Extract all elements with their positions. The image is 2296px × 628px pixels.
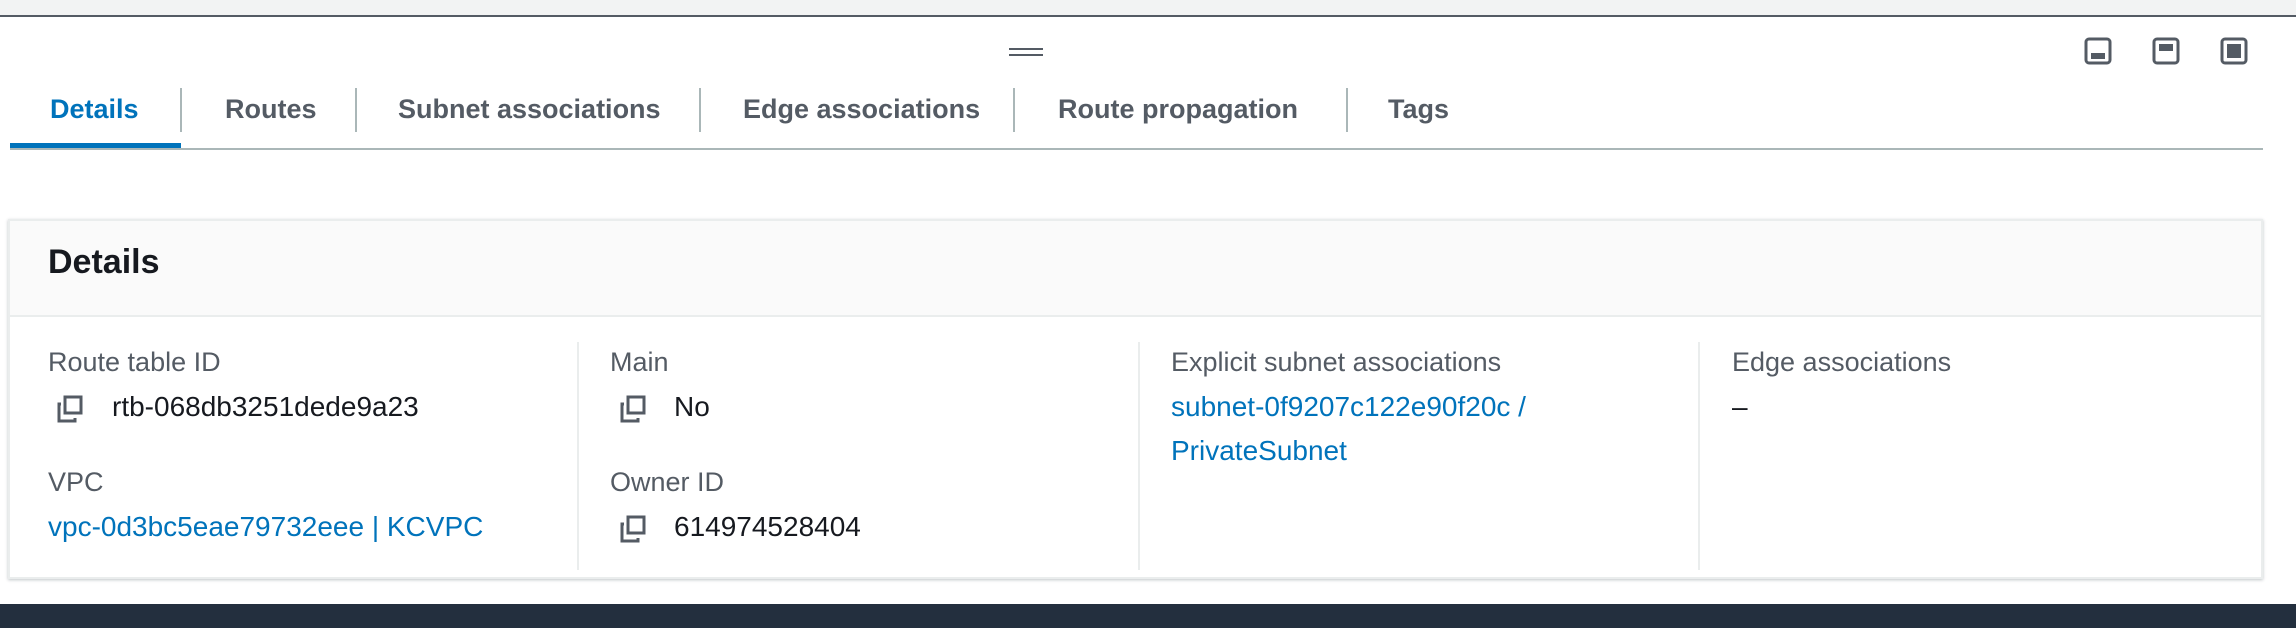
panel-bottom-icon[interactable] [2083, 36, 2113, 66]
column-divider [1138, 342, 1140, 570]
column-divider [577, 342, 579, 570]
active-tab-indicator [10, 143, 181, 148]
tab-separator [355, 88, 357, 132]
owner-id-label: Owner ID [610, 467, 725, 497]
details-container: Details Route table ID rtb-068db3251dede… [8, 219, 2263, 579]
main-value: No [674, 391, 710, 422]
tab-separator [699, 88, 701, 132]
footer-bar [0, 604, 2296, 628]
copy-icon[interactable] [56, 395, 84, 423]
tab-edge-associations[interactable]: Edge associations [743, 80, 980, 146]
tab-separator [180, 88, 182, 132]
drag-handle-icon[interactable] [1009, 48, 1043, 58]
edge-associations-label: Edge associations [1732, 347, 1952, 377]
owner-id-value: 614974528404 [674, 511, 861, 542]
details-title: Details [48, 243, 160, 281]
panel-full-icon[interactable] [2219, 36, 2249, 66]
tab-subnet-associations[interactable]: Subnet associations [398, 80, 661, 146]
copy-icon[interactable] [619, 395, 647, 423]
tab-bar: Details Routes Subnet associations Edge … [10, 80, 2263, 150]
tab-tags[interactable]: Tags [1388, 80, 1449, 146]
explicit-subnet-label: Explicit subnet associations [1171, 347, 1502, 377]
tab-details[interactable]: Details [50, 80, 139, 146]
column-divider [1698, 342, 1700, 570]
route-table-id-value: rtb-068db3251dede9a23 [112, 391, 419, 422]
vpc-link[interactable]: vpc-0d3bc5eae79732eee | KCVPC [48, 511, 483, 543]
tab-separator [1013, 88, 1015, 132]
main-label: Main [610, 347, 669, 377]
subnet-link-name[interactable]: PrivateSubnet [1171, 435, 1347, 467]
tab-routes[interactable]: Routes [225, 80, 317, 146]
subnet-link[interactable]: subnet-0f9207c122e90f20c / [1171, 391, 1526, 423]
details-header: Details [10, 221, 2261, 317]
top-strip [0, 0, 2296, 17]
tab-route-propagation[interactable]: Route propagation [1058, 80, 1298, 146]
vpc-label: VPC [48, 467, 104, 497]
tab-separator [1346, 88, 1348, 132]
edge-associations-value: – [1732, 391, 1748, 422]
panel-side-icon[interactable] [2151, 36, 2181, 66]
copy-icon[interactable] [619, 515, 647, 543]
route-table-id-label: Route table ID [48, 347, 221, 377]
panel-controls [2083, 36, 2249, 66]
